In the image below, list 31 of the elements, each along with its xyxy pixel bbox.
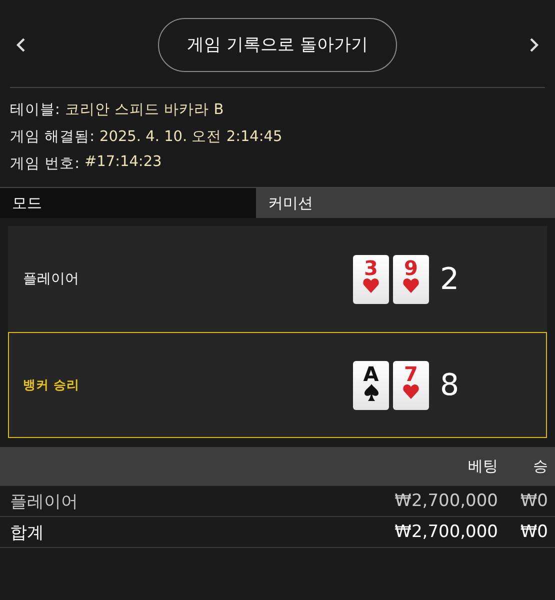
heart-icon [403, 384, 419, 398]
table-cell-text: ₩2,700,000 [394, 491, 498, 511]
total-label: 합계 [10, 522, 45, 544]
mode-label: 모드 [0, 188, 256, 218]
spade-icon [364, 384, 378, 400]
card-rank: A [363, 364, 379, 384]
total-cell-text: ₩0 [519, 522, 548, 542]
mode-value: 커미션 [256, 188, 555, 218]
column-header: 승 [532, 456, 548, 476]
info-label: 게임 해결됨: [10, 128, 94, 146]
table-cell-text: ₩0 [519, 491, 548, 511]
info-value: 코리안 스피드 바카라 B [64, 101, 224, 119]
info-label: 테이블: [10, 101, 60, 119]
hand-score: 2 [440, 262, 460, 296]
info-value: #17:14:23 [84, 154, 162, 172]
hand-label: 뱅커 승리 [23, 376, 80, 394]
back-to-history-button[interactable]: 게임 기록으로 돌아가기 [158, 18, 397, 72]
card-rank: 3 [364, 258, 378, 278]
card-rank: 7 [404, 364, 418, 384]
card-rank: 9 [404, 258, 418, 278]
info-value: 2025. 4. 10. 오전 2:14:45 [100, 128, 282, 146]
column-header: 베팅 [467, 456, 498, 476]
info-label: 게임 번호: [10, 155, 80, 173]
hand-label: 플레이어 [23, 270, 80, 288]
chevron-left-icon[interactable] [16, 36, 26, 52]
hand-score: 8 [440, 368, 460, 402]
table-cell-text: 플레이어 [10, 490, 79, 512]
total-cell-text: ₩2,700,000 [394, 522, 498, 542]
heart-icon [403, 278, 419, 292]
chevron-right-icon[interactable] [529, 36, 539, 52]
heart-icon [363, 278, 379, 292]
